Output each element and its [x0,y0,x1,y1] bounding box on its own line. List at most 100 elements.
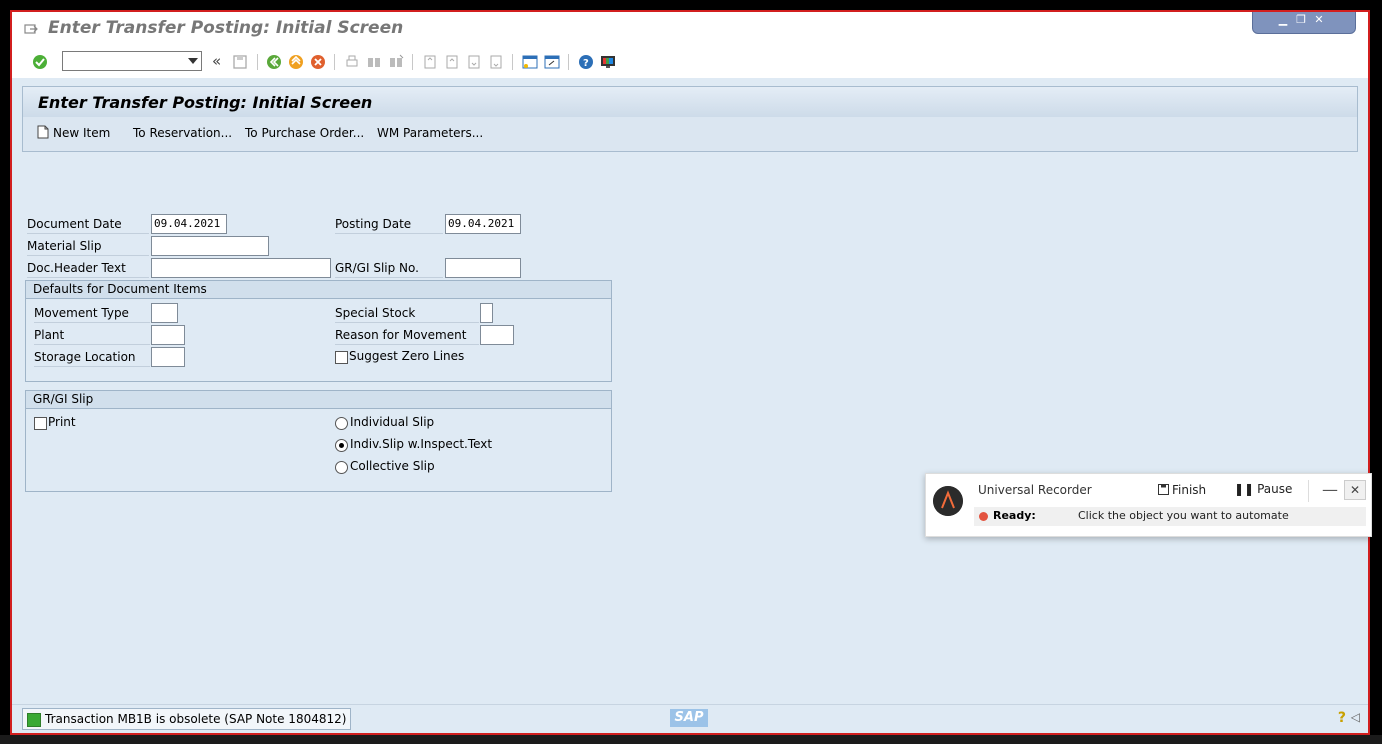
plant-label: Plant [34,326,150,345]
movement-type-field[interactable] [151,303,178,323]
close-icon[interactable]: ✕ [1311,13,1327,27]
window-controls: ▁ ❐ ✕ [1252,12,1356,34]
screen-title-bar: Enter Transfer Posting: Initial Screen [23,87,1357,117]
doc-header-text-label: Doc.Header Text [27,259,149,278]
document-date-label: Document Date [27,215,149,234]
pause-label: Pause [1257,482,1293,496]
status-message-text: Transaction MB1B is obsolete (SAP Note 1… [45,712,347,726]
application-toolbar: New Item To Reservation... To Purchase O… [23,118,1357,150]
find-icon[interactable] [366,54,382,70]
individual-slip-radio[interactable] [335,417,348,430]
new-document-icon[interactable] [37,125,49,139]
last-page-icon[interactable] [488,54,504,70]
sap-window: Enter Transfer Posting: Initial Screen ▁… [10,10,1370,735]
print-checkbox[interactable] [34,417,47,430]
material-slip-field[interactable] [151,236,269,256]
gr-gi-slip-no-field[interactable] [445,258,521,278]
screen-header: Enter Transfer Posting: Initial Screen N… [22,86,1358,152]
defaults-group: Defaults for Document Items Movement Typ… [25,280,612,382]
sap-logo: SAP [670,709,708,727]
toolbar-separator [257,54,258,70]
window-menu-icon[interactable] [24,23,38,35]
status-message[interactable]: Transaction MB1B is obsolete (SAP Note 1… [22,708,352,730]
cancel-icon[interactable] [310,54,326,70]
gr-gi-slip-group: GR/GI Slip Print Individual Slip Indiv.S… [25,390,612,492]
toolbar-separator [512,54,513,70]
print-label: Print [48,415,76,429]
recorder-logo-icon [933,486,963,516]
new-item-button[interactable]: New Item [53,126,110,140]
previous-page-icon[interactable] [444,54,460,70]
reason-for-movement-field[interactable] [480,325,514,345]
find-next-icon[interactable] [388,54,404,70]
defaults-group-header: Defaults for Document Items [26,281,611,299]
special-stock-label: Special Stock [335,304,479,323]
to-reservation-button[interactable]: To Reservation... [133,126,232,140]
toolbar-separator [334,54,335,70]
storage-location-field[interactable] [151,347,185,367]
first-page-icon[interactable] [422,54,438,70]
defaults-group-title: Defaults for Document Items [33,282,207,296]
page-title: Enter Transfer Posting: Initial Screen [38,93,373,112]
title-bar: Enter Transfer Posting: Initial Screen ▁… [12,12,1368,46]
suggest-zero-lines-label: Suggest Zero Lines [349,349,465,363]
reason-for-movement-label: Reason for Movement [335,326,479,345]
back-icon[interactable] [266,54,282,70]
recorder-message: Click the object you want to automate [1078,509,1289,522]
recorder-status: Ready: Click the object you want to auto… [974,507,1366,526]
recorder-divider [1308,480,1309,502]
chevron-down-icon[interactable] [188,58,198,64]
plant-field[interactable] [151,325,185,345]
status-toggle-icon[interactable]: ◁ [1351,710,1360,724]
recorder-minimize-button[interactable]: — [1322,480,1338,499]
individual-slip-label: Individual Slip [350,415,435,429]
document-date-field[interactable]: 09.04.2021 [151,214,227,234]
pause-button[interactable]: ❚❚ Pause [1234,482,1292,496]
restore-icon[interactable]: ❐ [1293,13,1309,27]
status-bar: Transaction MB1B is obsolete (SAP Note 1… [12,704,1368,733]
svg-text:?: ? [583,58,589,69]
help-icon[interactable]: ? [578,54,594,70]
print-icon[interactable] [344,54,360,70]
toolbar-separator [568,54,569,70]
indiv-slip-inspect-text-radio[interactable] [335,439,348,452]
collective-slip-radio[interactable] [335,461,348,474]
system-toolbar: « ? [12,46,1368,79]
posting-date-field[interactable]: 09.04.2021 [445,214,521,234]
suggest-zero-lines-checkbox[interactable] [335,351,348,364]
minimize-icon[interactable]: ▁ [1275,13,1291,27]
command-field[interactable] [62,51,202,71]
success-icon [27,713,41,727]
shortcut-icon[interactable] [544,54,560,70]
recorder-title: Universal Recorder [978,483,1092,497]
indiv-slip-inspect-text-label: Indiv.Slip w.Inspect.Text [350,437,493,451]
recorder-state: Ready: [993,509,1036,522]
main-content: Enter Transfer Posting: Initial Screen N… [12,78,1368,705]
finish-button[interactable]: Finish [1158,483,1206,497]
toolbar-separator [412,54,413,70]
to-purchase-order-button[interactable]: To Purchase Order... [245,126,364,140]
wm-parameters-button[interactable]: WM Parameters... [377,126,483,140]
collective-slip-label: Collective Slip [350,459,435,473]
os-taskbar [0,735,1382,744]
next-page-icon[interactable] [466,54,482,70]
universal-recorder-panel: Universal Recorder Finish ❚❚ Pause — ✕ Re… [925,473,1372,537]
customize-layout-icon[interactable] [600,54,616,70]
window-title: Enter Transfer Posting: Initial Screen [48,18,404,38]
doc-header-text-field[interactable] [151,258,331,278]
recorder-close-button[interactable]: ✕ [1344,480,1366,500]
special-stock-field[interactable] [480,303,493,323]
help-key-icon[interactable]: ? [1338,710,1346,726]
create-session-icon[interactable] [522,54,538,70]
exit-icon[interactable] [288,54,304,70]
gr-gi-slip-no-label: GR/GI Slip No. [335,259,443,278]
enter-icon[interactable] [32,54,48,70]
save-icon[interactable] [232,54,248,70]
save-icon [1158,484,1169,495]
movement-type-label: Movement Type [34,304,150,323]
gr-gi-slip-group-title: GR/GI Slip [33,392,94,406]
posting-date-label: Posting Date [335,215,443,234]
command-toggle-icon[interactable]: « [212,52,221,70]
material-slip-label: Material Slip [27,237,149,256]
gr-gi-slip-group-header: GR/GI Slip [26,391,611,409]
